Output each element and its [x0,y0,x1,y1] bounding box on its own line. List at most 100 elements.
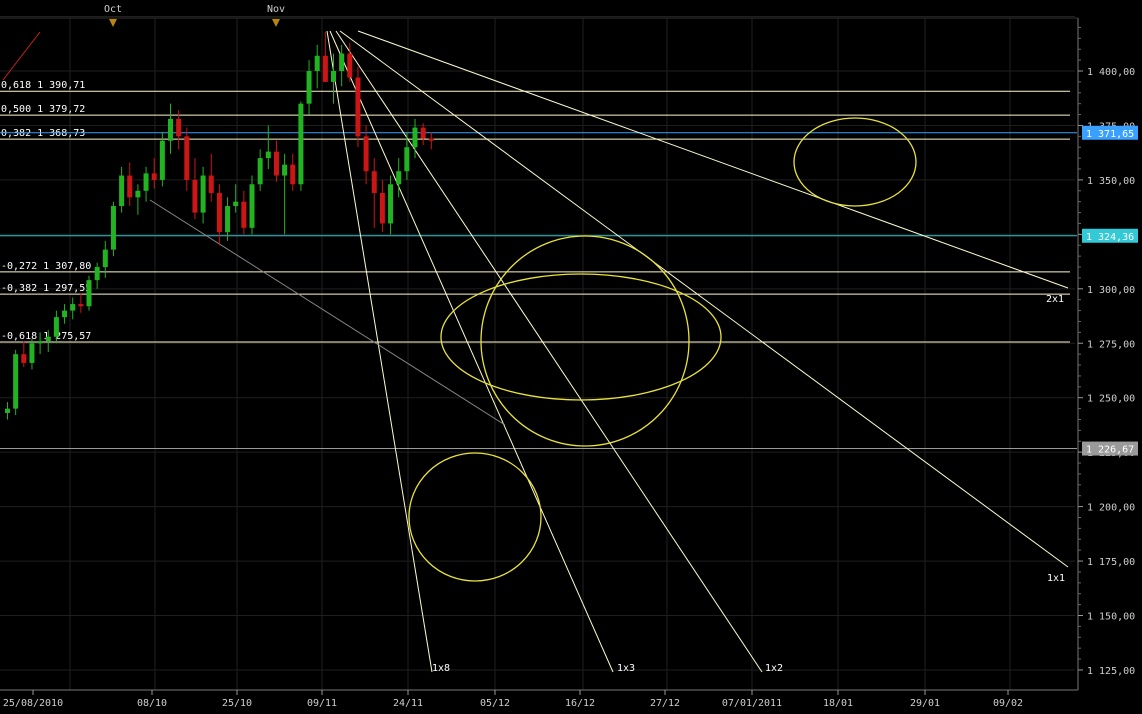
candle-body [216,192,222,233]
candle-body [371,171,377,193]
candle-body [273,151,279,176]
x-tick-label: 25/10 [222,698,252,709]
fan-label: 1x8 [432,663,450,674]
candle-body [347,53,353,78]
price-tag-label: 1 371,65 [1086,129,1134,140]
candle-body [127,175,133,198]
fib-label: 0,618 1 390,71 [1,80,85,91]
candle-body [379,192,385,224]
chart-background [0,0,1142,714]
fib-label: 0,500 1 379,72 [1,104,85,115]
candle-body [13,354,19,409]
candle-body [388,184,394,224]
x-tick-label: 24/11 [393,698,423,709]
fib-label: -0,382 1 297,55 [1,283,91,294]
y-tick-label: 1 300,00 [1087,285,1135,296]
candle-body [257,158,263,185]
candle-body [233,201,239,207]
candle-body [102,249,108,268]
candle-body [62,310,68,318]
x-tick-label: 05/12 [480,698,510,709]
candle-body [314,55,320,71]
candle-body [249,184,255,228]
candle-body [94,267,100,281]
x-tick-label: 09/02 [993,698,1023,709]
candle-body [45,336,51,342]
x-tick-label: 09/11 [307,698,337,709]
candle-body [135,190,141,198]
fan-label: 1x3 [617,663,635,674]
y-tick-label: 1 350,00 [1087,176,1135,187]
y-tick-label: 1 175,00 [1087,557,1135,568]
candle-body [339,53,345,71]
month-label: Oct [104,4,122,15]
price-tag: 1 226,67 [1082,441,1138,456]
candle-body [86,280,92,307]
candle-body [184,136,190,180]
candle [249,175,255,235]
candle-body [282,164,288,176]
candle-body [225,206,231,233]
candle-body [5,408,10,413]
candle [110,201,116,257]
y-tick-label: 1 275,00 [1087,339,1135,350]
y-tick-label: 1 150,00 [1087,612,1135,623]
x-tick-label: 08/10 [137,698,167,709]
candle-body [355,77,361,137]
price-tag-label: 1 324,36 [1086,232,1134,243]
candle-body [119,175,125,207]
x-tick-label: 18/01 [823,698,853,709]
fib-label: 0,382 1 368,73 [1,128,85,139]
candle-body [331,71,336,82]
candle-body [159,140,165,180]
y-tick-label: 1 125,00 [1087,666,1135,677]
gann-fan-chart[interactable]: 0,618 1 390,71 0,500 1 379,72 0,382 1 368,… [0,0,1142,714]
candle-body [241,201,247,228]
fan-label: 1x2 [765,663,783,674]
candle-body [29,343,35,363]
candle [298,101,304,191]
price-tag-label: 1 226,67 [1086,445,1134,456]
candle-body [428,138,434,141]
x-tick-label: 25/08/2010 [3,698,63,709]
fan-label: 1x1 [1047,573,1065,584]
candle-body [110,206,116,250]
candle-body [265,151,271,159]
candle-body [78,304,84,307]
candle-body [396,171,402,185]
y-tick-label: 1 250,00 [1087,394,1135,405]
month-label: Nov [267,4,285,15]
candle-body [21,354,27,363]
candle [13,349,19,416]
candle-body [176,118,182,137]
fan-label: 2x1 [1046,294,1064,305]
candle-body [420,127,426,139]
y-tick-label: 1 400,00 [1087,67,1135,78]
price-tag: 1 324,36 [1082,228,1138,243]
candle-body [70,304,76,311]
candle-body [404,147,410,172]
candle-body [412,127,418,148]
candle-body [306,71,312,104]
fib-label: -0,272 1 307,80 [1,261,91,272]
candle-body [143,173,149,191]
candle-body [208,175,214,193]
candle-body [200,175,206,213]
x-tick-label: 07/01/2011 [722,698,782,709]
candle-body [290,164,296,185]
candle-body [363,136,369,172]
candle-body [298,103,304,185]
x-tick-label: 27/12 [650,698,680,709]
candle-body [151,173,157,180]
price-tag: 1 371,65 [1082,125,1138,140]
candle-body [168,118,173,141]
candle-body [37,341,43,344]
x-tick-label: 29/01 [910,698,940,709]
y-tick-label: 1 200,00 [1087,503,1135,514]
candle [86,275,92,311]
candle [355,66,361,148]
candle-body [53,317,59,337]
candle-body [192,179,198,213]
candle-body [322,55,328,82]
x-tick-label: 16/12 [565,698,595,709]
